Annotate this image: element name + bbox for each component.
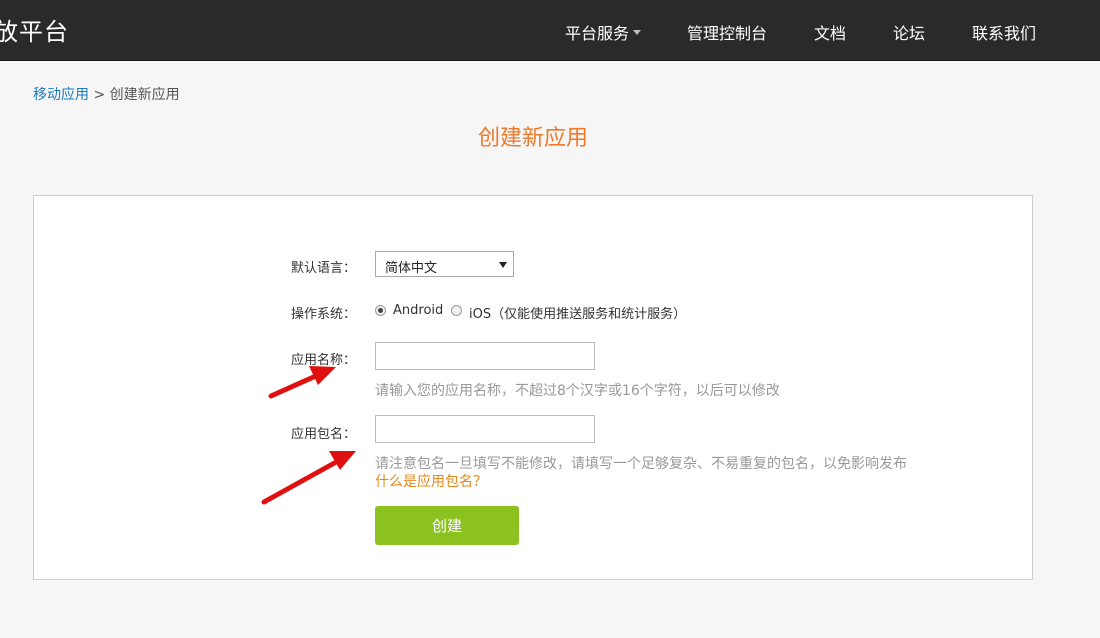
page-title: 创建新应用	[477, 126, 588, 151]
ios-radio-label[interactable]: iOS（仅能使用推送服务和统计服务）	[469, 303, 686, 322]
android-radio-label[interactable]: Android	[393, 303, 443, 318]
app-name-label: 应用名称：	[291, 353, 357, 368]
nav-item-label: 平台服务	[565, 24, 630, 43]
top-navbar: 放平台 平台服务 管理控制台 文档 论坛 联系我们	[0, 0, 1100, 61]
breadcrumb-separator: >	[93, 87, 106, 103]
create-button[interactable]: 创建	[375, 506, 519, 545]
breadcrumb-parent-link[interactable]: 移动应用	[33, 87, 89, 103]
create-app-form-panel: 默认语言： 简体中文 操作系统： Android iOS（仅能使用推送服务和统计…	[33, 195, 1033, 580]
app-name-hint: 请输入您的应用名称，不超过8个汉字或16个字符，以后可以修改	[375, 383, 780, 399]
ios-radio[interactable]	[451, 305, 462, 316]
language-label: 默认语言：	[291, 261, 357, 276]
language-select-value: 简体中文	[385, 261, 438, 276]
nav-item-contact[interactable]: 联系我们	[972, 20, 1036, 44]
nav-item-platform-services[interactable]: 平台服务	[565, 20, 642, 44]
package-name-hint: 请注意包名一旦填写不能修改，请填写一个足够复杂、不易重复的包名，以免影响发布	[375, 456, 907, 472]
os-label: 操作系统：	[291, 307, 357, 322]
package-name-label: 应用包名：	[291, 427, 357, 442]
nav-item-forum[interactable]: 论坛	[893, 20, 925, 44]
android-radio[interactable]	[375, 305, 386, 316]
package-name-help-link[interactable]: 什么是应用包名？	[375, 471, 487, 491]
caret-down-icon	[633, 30, 642, 35]
nav-item-console[interactable]: 管理控制台	[687, 20, 767, 44]
breadcrumb: 移动应用 > 创建新应用	[33, 84, 180, 104]
dropdown-arrow-icon	[499, 262, 507, 268]
nav-item-docs[interactable]: 文档	[814, 20, 846, 44]
app-name-input[interactable]	[375, 342, 595, 370]
package-name-input[interactable]	[375, 415, 595, 443]
breadcrumb-current: 创建新应用	[109, 87, 180, 103]
language-select[interactable]: 简体中文	[375, 251, 514, 277]
brand-title[interactable]: 放平台	[0, 12, 69, 47]
